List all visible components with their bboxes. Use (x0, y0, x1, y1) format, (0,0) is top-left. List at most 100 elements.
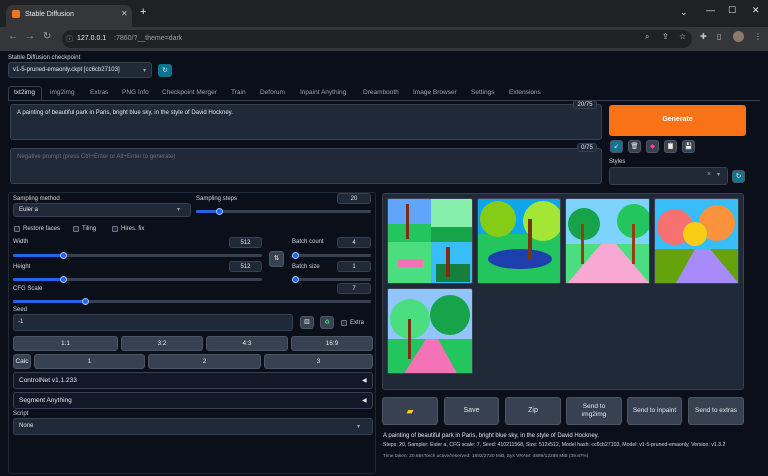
refresh-checkpoint-button[interactable]: ↻ (158, 64, 172, 77)
slider-thumb[interactable] (292, 252, 299, 259)
negative-token-count: 0/75 (577, 143, 597, 152)
tab-txt2img[interactable]: txt2img (14, 89, 35, 96)
hires-fix-checkbox[interactable] (112, 226, 118, 232)
gallery-image-5[interactable] (387, 288, 473, 374)
tiling-checkbox[interactable] (73, 226, 79, 232)
number-2-button[interactable]: 2 (148, 354, 261, 369)
apply-style-button[interactable]: 📋 (664, 140, 677, 153)
number-3-button[interactable]: 3 (264, 354, 373, 369)
gallery-image-3[interactable] (565, 198, 650, 284)
tab-title: Stable Diffusion (25, 11, 74, 18)
save-style-button[interactable]: 💾 (682, 140, 695, 153)
batch-size-input[interactable]: 1 (337, 261, 371, 272)
tab-image-browser[interactable]: Image Browser (413, 89, 457, 96)
random-seed-button[interactable]: ⚄ (300, 316, 314, 329)
refresh-styles-button[interactable]: ↻ (732, 170, 745, 183)
checkpoint-label: Stable Diffusion checkpoint (8, 55, 81, 61)
tab-search-icon[interactable]: ⌄ (680, 7, 688, 18)
chevron-down-icon: ▾ (717, 172, 721, 178)
send-to-extras-button[interactable]: Send to extras (688, 397, 744, 425)
url-host: 127.0.0.1 (77, 35, 107, 42)
forward-icon[interactable]: → (25, 31, 35, 42)
slider-thumb[interactable] (59, 276, 67, 283)
tab-inpaint-anything[interactable]: Inpaint Anything (300, 89, 346, 96)
slider-thumb[interactable] (59, 252, 67, 259)
height-label: Height (13, 264, 31, 270)
reload-icon[interactable]: ↻ (43, 31, 51, 42)
sampling-steps-input[interactable]: 20 (337, 193, 371, 204)
folder-icon: ▰ (406, 405, 414, 416)
gallery-image-2[interactable] (477, 198, 561, 284)
slider-thumb[interactable] (215, 208, 223, 215)
sampling-steps-slider[interactable] (196, 208, 371, 215)
tab-train[interactable]: Train (231, 89, 246, 96)
reuse-seed-button[interactable]: ♻ (320, 316, 334, 329)
side-panel-icon[interactable]: ▯ (717, 32, 721, 41)
calc-button[interactable]: Calc (13, 354, 31, 369)
slider-thumb[interactable] (81, 298, 89, 305)
maximize-icon[interactable]: ☐ (728, 5, 736, 16)
height-slider[interactable] (13, 276, 262, 283)
batch-count-slider[interactable] (292, 252, 371, 259)
avatar[interactable] (733, 31, 744, 42)
cfg-scale-input[interactable]: 7 (337, 283, 371, 294)
tab-png-info[interactable]: PNG Info (122, 89, 149, 96)
info-icon[interactable]: ⓘ (66, 34, 73, 44)
styles-label: Styles (609, 159, 626, 165)
minimize-icon[interactable]: — (706, 5, 715, 15)
chevron-down-icon: ▾ (357, 424, 361, 430)
gallery-image-1[interactable] (387, 198, 473, 284)
tab-dreambooth[interactable]: Dreambooth (363, 89, 399, 96)
open-folder-button[interactable]: ▰ (382, 397, 438, 425)
aspect-4-3-button[interactable]: 4:3 (206, 336, 288, 351)
tab-extras[interactable]: Extras (90, 89, 108, 96)
bookmark-star-icon[interactable]: ☆ (679, 32, 686, 41)
seed-input[interactable] (13, 314, 293, 331)
menu-kebab-icon[interactable]: ⋮ (754, 32, 762, 41)
restore-faces-checkbox[interactable] (14, 226, 20, 232)
trash-button[interactable]: 🗑 (628, 140, 641, 153)
aspect-1-1-button[interactable]: 1:1 (13, 336, 118, 351)
tiling-label: Tiling (82, 226, 97, 232)
tab-deforum[interactable]: Deforum (260, 89, 285, 96)
clipboard-icon: 📋 (666, 142, 675, 150)
gallery-image-4[interactable] (654, 198, 739, 284)
slider-track (292, 278, 371, 281)
cfg-scale-slider[interactable] (13, 298, 371, 305)
new-tab-icon[interactable]: + (140, 6, 146, 18)
width-input[interactable]: 512 (229, 237, 262, 248)
aspect-3-2-button[interactable]: 3:2 (121, 336, 203, 351)
script-dropdown[interactable] (13, 418, 373, 435)
number-1-button[interactable]: 1 (34, 354, 145, 369)
batch-size-slider[interactable] (292, 276, 371, 283)
save-button[interactable]: Save (444, 397, 499, 425)
extensions-icon[interactable]: ✚ (700, 32, 707, 41)
width-slider[interactable] (13, 252, 262, 259)
extra-seed-checkbox[interactable] (341, 320, 347, 326)
styles-clear-icon[interactable]: × (707, 171, 711, 178)
back-icon[interactable]: ← (8, 31, 18, 42)
painting-park-thumbnail (478, 199, 560, 283)
height-input[interactable]: 512 (229, 261, 262, 272)
aspect-16-9-button[interactable]: 16:9 (291, 336, 373, 351)
tab-settings[interactable]: Settings (471, 89, 495, 96)
seed-value: -1 (18, 319, 24, 325)
close-window-icon[interactable]: ✕ (752, 5, 760, 16)
share-icon[interactable]: ⇪ (662, 32, 669, 41)
send-to-inpaint-button[interactable]: Send to inpaint (627, 397, 682, 425)
close-tab-icon[interactable]: ✕ (121, 9, 128, 18)
swap-dimensions-button[interactable]: ⇅ (269, 251, 284, 267)
slider-thumb[interactable] (292, 276, 299, 283)
zip-button[interactable]: Zip (505, 397, 561, 425)
show-extra-networks-button[interactable]: ◆ (646, 140, 659, 153)
batch-count-input[interactable]: 4 (337, 237, 371, 248)
zoom-icon[interactable]: ⌕ (645, 32, 649, 42)
generate-button[interactable]: Generate (609, 105, 746, 136)
send-to-img2img-button[interactable]: Send to img2img (566, 397, 622, 425)
sampling-method-dropdown[interactable] (13, 203, 191, 217)
tab-img2img[interactable]: img2img (50, 89, 75, 96)
tab-checkpoint-merger[interactable]: Checkpoint Merger (162, 89, 217, 96)
read-params-button[interactable]: ↙ (610, 140, 623, 153)
refresh-icon: ↻ (735, 172, 742, 180)
tab-extensions[interactable]: Extensions (509, 89, 541, 96)
